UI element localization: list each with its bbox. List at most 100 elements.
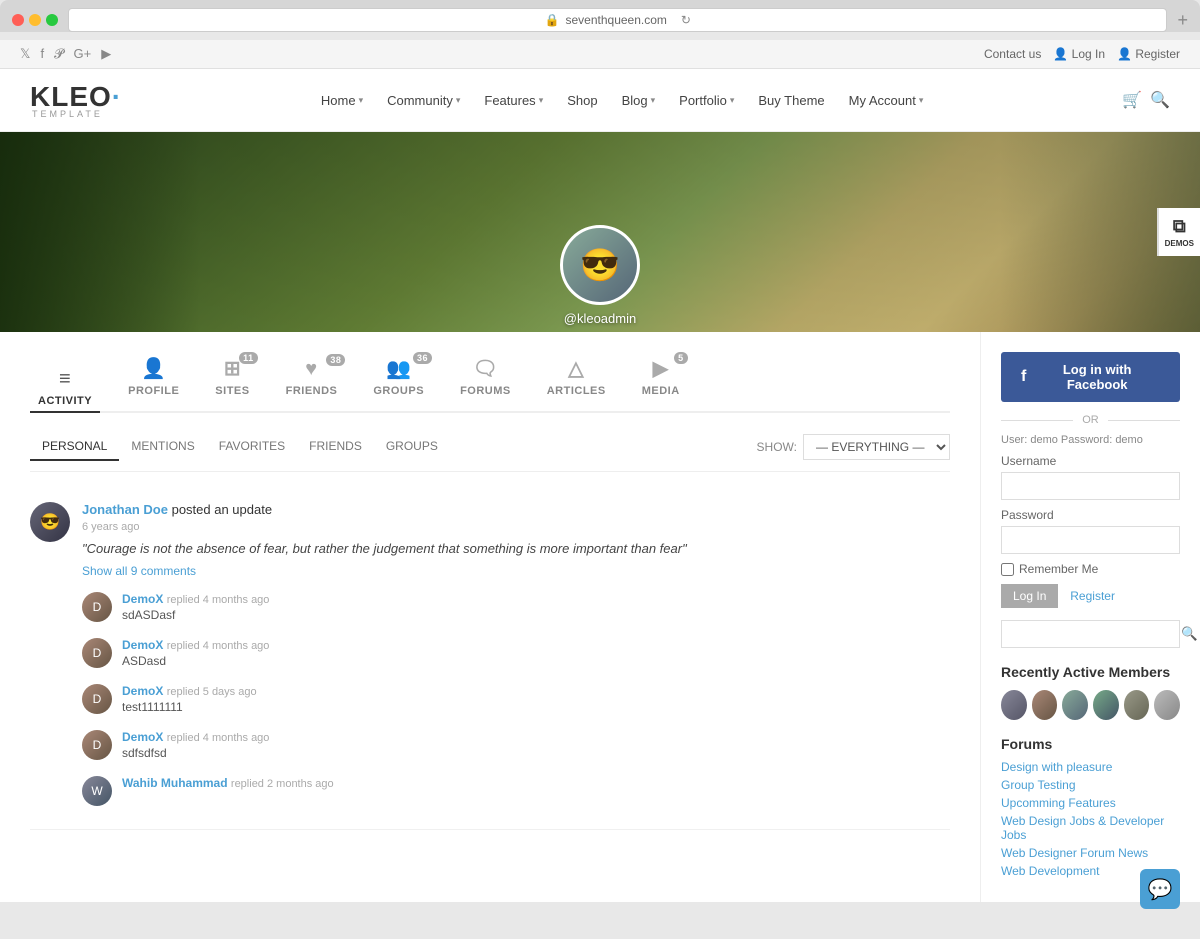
nav-home[interactable]: Home▾ (311, 87, 373, 114)
articles-icon: △ (568, 356, 584, 381)
comment-author[interactable]: Wahib Muhammad (122, 776, 228, 790)
hero-username: @kleoadmin (564, 311, 636, 326)
search-icon[interactable]: 🔍 (1150, 90, 1170, 110)
hero-avatar[interactable]: 😎 (560, 225, 640, 305)
cart-icon[interactable]: 🛒 (1122, 90, 1142, 110)
pinterest-icon[interactable]: 𝓟 (54, 46, 63, 62)
blog-dropdown-arrow: ▾ (651, 95, 656, 106)
nav-shop[interactable]: Shop (557, 87, 607, 114)
friends-icon: ♥ (305, 358, 317, 381)
filter-friends[interactable]: FRIENDS (297, 433, 374, 461)
nav-icon-group: 🛒 🔍 (1122, 90, 1170, 110)
minimize-window-dot[interactable] (29, 14, 41, 26)
password-input[interactable] (1001, 526, 1180, 554)
forum-link-webdesign[interactable]: Web Design Jobs & Developer Jobs (1001, 814, 1180, 842)
nav-blog[interactable]: Blog▾ (612, 87, 666, 114)
site-logo[interactable]: KLEO· TEMPLATE (30, 81, 122, 119)
forum-link-group[interactable]: Group Testing (1001, 778, 1180, 792)
show-label: SHOW: (757, 440, 797, 454)
tab-profile[interactable]: 👤 PROFILE (120, 352, 187, 401)
chat-button[interactable]: 💬 (1140, 869, 1180, 909)
member-avatar[interactable] (1154, 690, 1180, 720)
contact-link[interactable]: Contact us (984, 47, 1041, 61)
comment-text: ASDasd (122, 654, 950, 668)
hero-trees-left (0, 132, 200, 332)
address-bar[interactable]: 🔒 seventhqueen.com ↻ (68, 8, 1167, 32)
top-bar: 𝕏 f 𝓟 G+ ▶ Contact us 👤 Log In 👤 Registe… (0, 40, 1200, 69)
media-icon: ▶ (653, 356, 669, 381)
forum-link-design[interactable]: Design with pleasure (1001, 760, 1180, 774)
member-avatar[interactable] (1001, 690, 1027, 720)
register-link[interactable]: Register (1070, 589, 1115, 603)
comment-author[interactable]: DemoX (122, 592, 163, 606)
facebook-login-button[interactable]: f Log in with Facebook (1001, 352, 1180, 402)
new-tab-button[interactable]: + (1177, 10, 1188, 31)
forum-link-upcomming[interactable]: Upcomming Features (1001, 796, 1180, 810)
member-avatar[interactable] (1062, 690, 1088, 720)
nav-portfolio[interactable]: Portfolio▾ (669, 87, 744, 114)
register-link-top[interactable]: 👤 Register (1117, 47, 1180, 61)
social-links: 𝕏 f 𝓟 G+ ▶ (20, 46, 111, 62)
member-avatar[interactable] (1093, 690, 1119, 720)
comment-time: replied 4 months ago (167, 732, 270, 744)
comment-avatar: D (82, 684, 112, 714)
filter-mentions[interactable]: MENTIONS (119, 433, 206, 461)
member-avatar[interactable] (1032, 690, 1058, 720)
sidebar-search-input[interactable] (1002, 621, 1173, 647)
community-dropdown-arrow: ▾ (456, 95, 461, 106)
nav-buy-theme[interactable]: Buy Theme (748, 87, 834, 114)
tab-sites[interactable]: 11 ⊞ SITES (207, 352, 257, 401)
comment-time: replied 5 days ago (167, 686, 257, 698)
site-wrapper: 𝕏 f 𝓟 G+ ▶ Contact us 👤 Log In 👤 Registe… (0, 40, 1200, 902)
post-action: posted an update (172, 502, 272, 517)
comment-author[interactable]: DemoX (122, 638, 163, 652)
hero-user: 😎 @kleoadmin (560, 225, 640, 332)
filter-favorites[interactable]: FAVORITES (207, 433, 297, 461)
refresh-icon[interactable]: ↻ (681, 13, 691, 27)
nav-my-account[interactable]: My Account▾ (839, 87, 934, 114)
comment-author[interactable]: DemoX (122, 684, 163, 698)
avatar-image: 😎 (580, 246, 620, 284)
remember-me-checkbox[interactable] (1001, 563, 1014, 576)
login-button[interactable]: Log In (1001, 584, 1058, 608)
fb-login-label: Log in with Facebook (1034, 362, 1160, 392)
tab-forums[interactable]: 🗨 FORUMS (452, 352, 519, 401)
maximize-window-dot[interactable] (46, 14, 58, 26)
sidebar-search-button[interactable]: 🔍 (1173, 621, 1200, 647)
show-comments-link[interactable]: Show all 9 comments (82, 564, 950, 578)
tab-activity[interactable]: ≡ ACTIVITY (30, 364, 100, 413)
twitter-icon[interactable]: 𝕏 (20, 46, 30, 62)
nav-community[interactable]: Community▾ (377, 87, 470, 114)
google-plus-icon[interactable]: G+ (73, 46, 91, 62)
close-window-dot[interactable] (12, 14, 24, 26)
activity-filter-bar: PERSONAL MENTIONS FAVORITES FRIENDS GROU… (30, 433, 950, 472)
demos-button[interactable]: ⧉ DEMOS (1157, 208, 1200, 256)
post-author-name[interactable]: Jonathan Doe (82, 502, 168, 517)
login-link[interactable]: 👤 Log In (1053, 47, 1105, 61)
comment-avatar: D (82, 592, 112, 622)
password-label: Password (1001, 508, 1180, 522)
tab-friends[interactable]: 38 ♥ FRIENDS (278, 354, 346, 401)
facebook-icon[interactable]: f (40, 46, 44, 62)
comment-avatar: D (82, 638, 112, 668)
youtube-icon[interactable]: ▶ (101, 46, 111, 62)
filter-personal[interactable]: PERSONAL (30, 433, 119, 461)
show-select[interactable]: — EVERYTHING — (803, 434, 950, 460)
tab-media[interactable]: 5 ▶ MEDIA (634, 352, 688, 401)
remember-me-row: Remember Me (1001, 562, 1180, 576)
comment-time: replied 2 months ago (231, 778, 334, 790)
facebook-icon: f (1021, 368, 1026, 386)
tab-media-label: MEDIA (642, 385, 680, 397)
member-avatar[interactable] (1124, 690, 1150, 720)
tab-groups[interactable]: 36 👥 GROUPS (365, 352, 432, 401)
forum-link-wdforum[interactable]: Web Designer Forum News (1001, 846, 1180, 860)
tab-sites-label: SITES (215, 385, 249, 397)
filter-groups[interactable]: GROUPS (374, 433, 450, 461)
comment-author[interactable]: DemoX (122, 730, 163, 744)
comment-text: test1111111 (122, 700, 950, 714)
nav-features[interactable]: Features▾ (474, 87, 553, 114)
comment-body: DemoX replied 4 months ago sdfsdfsd (122, 730, 950, 760)
tab-articles[interactable]: △ ARTICLES (539, 352, 614, 401)
remember-me-label: Remember Me (1019, 562, 1098, 576)
username-input[interactable] (1001, 472, 1180, 500)
